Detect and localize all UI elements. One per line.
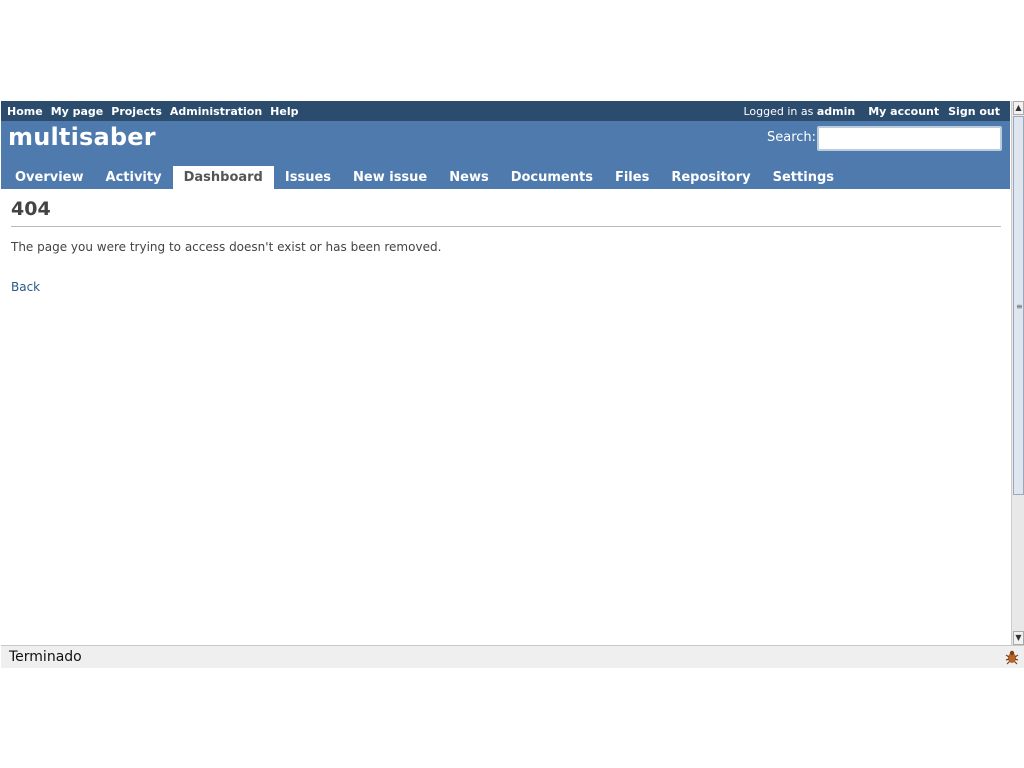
top-menu: Home My page Projects Administration Hel… xyxy=(1,101,1010,121)
sign-out-link[interactable]: Sign out xyxy=(948,105,1000,118)
project-title: multisaber xyxy=(8,123,156,151)
browser-viewport: Home My page Projects Administration Hel… xyxy=(1,101,1024,668)
content: 404 The page you were trying to access d… xyxy=(11,198,1001,295)
account-menu: Logged in as admin My account Sign out xyxy=(743,101,1000,121)
tab-documents[interactable]: Documents xyxy=(500,166,604,189)
tab-activity[interactable]: Activity xyxy=(95,166,173,189)
logged-in-prefix: Logged in as xyxy=(743,104,814,118)
header: multisaber Search: Overview Activity Das… xyxy=(1,121,1010,189)
tab-files[interactable]: Files xyxy=(604,166,660,189)
scroll-up-button[interactable]: ▲ xyxy=(1013,101,1024,115)
top-menu-left: Home My page Projects Administration Hel… xyxy=(7,101,306,121)
top-menu-home-link[interactable]: Home xyxy=(7,105,43,118)
vertical-scrollbar[interactable]: ▲ ≡ ▼ xyxy=(1011,101,1024,645)
top-menu-administration-link[interactable]: Administration xyxy=(170,105,262,118)
tab-dashboard[interactable]: Dashboard xyxy=(172,166,274,189)
tab-settings[interactable]: Settings xyxy=(762,166,845,189)
error-message: The page you were trying to access doesn… xyxy=(11,240,442,254)
my-account-link[interactable]: My account xyxy=(868,105,939,118)
top-menu-my-page-link[interactable]: My page xyxy=(51,105,104,118)
main-menu: Overview Activity Dashboard Issues New i… xyxy=(4,166,845,189)
scroll-down-button[interactable]: ▼ xyxy=(1013,631,1024,645)
tab-issues[interactable]: Issues xyxy=(274,166,342,189)
top-menu-help-link[interactable]: Help xyxy=(270,105,298,118)
tab-repository[interactable]: Repository xyxy=(660,166,761,189)
status-text: Terminado xyxy=(9,649,82,665)
scroll-grip-icon: ≡ xyxy=(1016,302,1023,311)
logged-in-status: Logged in as admin xyxy=(743,105,855,118)
search-input[interactable] xyxy=(817,126,1002,151)
status-bar: Terminado xyxy=(1,645,1024,668)
logged-in-user[interactable]: admin xyxy=(817,105,855,118)
tab-new-issue[interactable]: New issue xyxy=(342,166,438,189)
bug-icon[interactable] xyxy=(1004,649,1020,665)
search-label: Search: xyxy=(767,130,817,145)
page-title: 404 xyxy=(11,198,1001,227)
tab-overview[interactable]: Overview xyxy=(4,166,95,189)
scroll-thumb[interactable]: ≡ xyxy=(1013,116,1024,495)
tab-news[interactable]: News xyxy=(438,166,499,189)
back-link[interactable]: Back xyxy=(11,280,40,294)
top-menu-projects-link[interactable]: Projects xyxy=(111,105,162,118)
